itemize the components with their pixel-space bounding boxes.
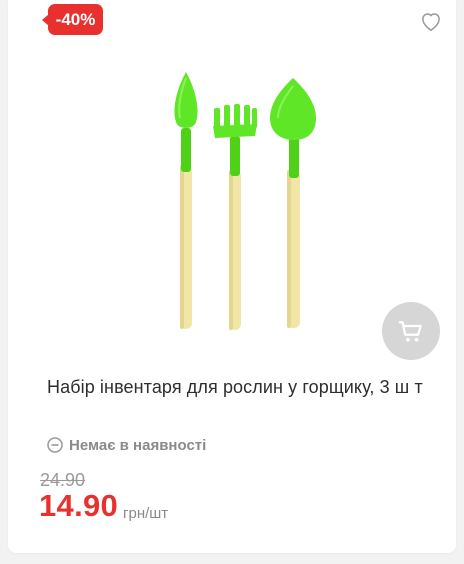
trowel-tool bbox=[174, 72, 198, 329]
rake-tool bbox=[213, 104, 257, 330]
availability-label: Немає в наявності bbox=[69, 436, 207, 454]
add-to-cart-button[interactable] bbox=[382, 302, 440, 360]
price-unit: грн/шт bbox=[123, 505, 169, 522]
current-price: 14.90 bbox=[39, 488, 119, 523]
availability-status: Немає в наявності bbox=[47, 434, 206, 456]
shovel-tool bbox=[270, 78, 316, 328]
minus-circle-icon bbox=[47, 437, 63, 453]
product-title[interactable]: Набір інвентаря для рослин у горщику, 3 … bbox=[47, 372, 442, 402]
cart-icon bbox=[398, 321, 422, 342]
product-card[interactable]: -40% Набір інвентаря для рослин у горщик… bbox=[8, 0, 456, 553]
favorite-button[interactable] bbox=[418, 8, 444, 34]
product-image[interactable] bbox=[158, 60, 328, 350]
discount-badge: -40% bbox=[42, 4, 103, 35]
heart-outline-icon bbox=[422, 13, 440, 31]
